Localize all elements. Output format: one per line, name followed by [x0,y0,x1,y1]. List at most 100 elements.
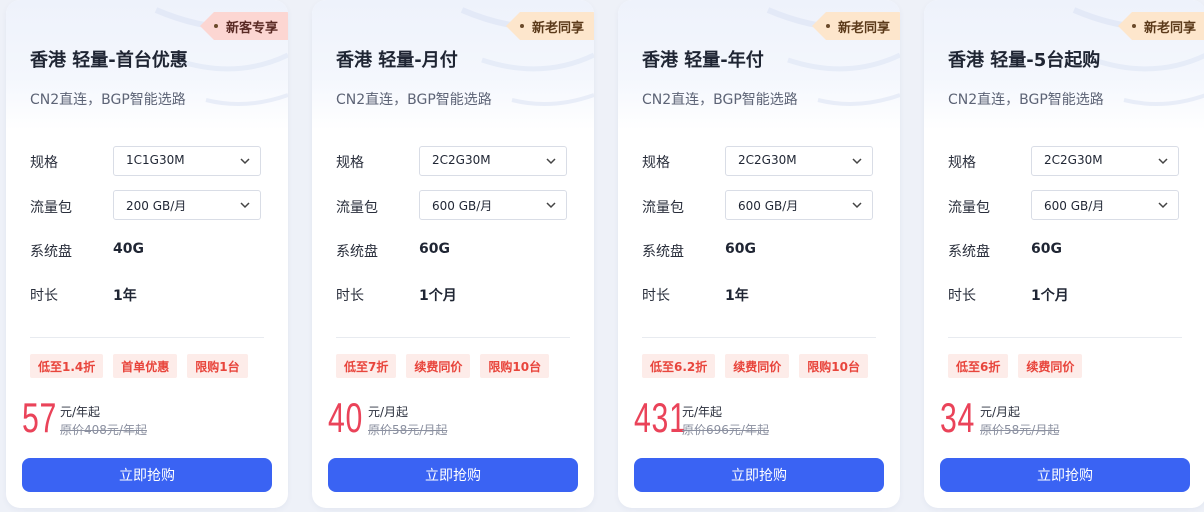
chevron-down-icon [546,202,556,209]
duration-label: 时长 [948,288,976,304]
promo-tag: 首单优惠 [113,354,178,378]
spec-label: 规格 [336,155,364,171]
spec-select-value: 2C2G30M [432,153,491,167]
price-value: 40 [328,394,364,441]
promo-tag: 低至1.4折 [30,354,104,378]
promo-tag: 低至6.2折 [642,354,716,378]
traffic-select-value: 200 GB/月 [126,199,187,213]
bullet-dot-icon [213,24,218,28]
duration-value: 1个月 [419,288,457,304]
plan-title: 香港 轻量-首台优惠 [30,50,188,71]
divider [642,337,876,338]
chevron-down-icon [852,158,862,165]
spec-select-value: 2C2G30M [1044,153,1103,167]
traffic-select[interactable]: 600 GB/月 [1031,190,1179,220]
plan-card: 新客专享 香港 轻量-首台优惠 CN2直连，BGP智能选路 规格 1C1G30M… [6,0,288,508]
price-value: 34 [940,394,976,441]
promo-tags: 低至7折 续费同价 限购10台 [336,354,550,378]
original-price: 原价58元/月起 [980,423,1060,437]
plan-subtitle: CN2直连，BGP智能选路 [336,92,492,108]
price-unit: 元/年起 [60,405,101,419]
ribbon-label: 新老同享 [531,20,584,36]
promo-tag: 限购10台 [480,354,550,378]
disk-label: 系统盘 [336,244,378,260]
chevron-down-icon [1158,158,1168,165]
price-unit: 元/年起 [682,405,723,419]
ribbon-label: 新老同享 [1143,20,1196,36]
traffic-select-value: 600 GB/月 [738,199,799,213]
ribbon-badge: 新老同享 [811,12,900,40]
duration-label: 时长 [336,288,364,304]
plan-cards: 新客专享 香港 轻量-首台优惠 CN2直连，BGP智能选路 规格 1C1G30M… [0,0,1204,512]
plan-card: 新老同享 香港 轻量-年付 CN2直连，BGP智能选路 规格 2C2G30M 流… [618,0,900,508]
spec-label: 规格 [948,155,976,171]
spec-label: 规格 [30,155,58,171]
plan-card: 新老同享 香港 轻量-月付 CN2直连，BGP智能选路 规格 2C2G30M 流… [312,0,594,508]
plan-title: 香港 轻量-年付 [642,50,764,71]
traffic-select[interactable]: 200 GB/月 [113,190,261,220]
promo-tags: 低至6.2折 续费同价 限购10台 [642,354,868,378]
price-unit: 元/月起 [980,405,1021,419]
plan-subtitle: CN2直连，BGP智能选路 [948,92,1104,108]
traffic-select[interactable]: 600 GB/月 [419,190,567,220]
promo-tag: 限购1台 [187,354,248,378]
promo-tags: 低至1.4折 首单优惠 限购1台 [30,354,248,378]
ribbon-badge: 新老同享 [1117,12,1204,40]
duration-value: 1年 [113,288,137,304]
divider [30,337,264,338]
promo-tag: 续费同价 [406,354,471,378]
divider [948,337,1182,338]
ribbon-badge: 新老同享 [505,12,594,40]
price-value: 57 [22,394,58,441]
promo-tag: 低至7折 [336,354,397,378]
duration-value: 1年 [725,288,749,304]
promo-tags: 低至6折 续费同价 [948,354,1083,378]
price-unit: 元/月起 [368,405,409,419]
bullet-dot-icon [1131,24,1136,28]
promo-tag: 限购10台 [799,354,868,378]
divider [336,337,570,338]
spec-select-value: 2C2G30M [738,153,797,167]
promo-tag: 低至6折 [948,354,1009,378]
buy-now-button[interactable]: 立即抢购 [940,458,1190,492]
spec-select[interactable]: 2C2G30M [419,146,567,176]
disk-label: 系统盘 [642,244,684,260]
promo-tag: 续费同价 [725,354,790,378]
disk-label: 系统盘 [948,244,990,260]
bullet-dot-icon [519,24,524,28]
traffic-select-value: 600 GB/月 [1044,199,1105,213]
disk-value: 40G [113,241,144,257]
traffic-select-value: 600 GB/月 [432,199,493,213]
plan-subtitle: CN2直连，BGP智能选路 [642,92,798,108]
chevron-down-icon [852,202,862,209]
chevron-down-icon [240,202,250,209]
spec-select[interactable]: 2C2G30M [1031,146,1179,176]
bullet-dot-icon [825,24,830,28]
original-price: 原价408元/年起 [60,423,147,437]
chevron-down-icon [546,158,556,165]
disk-value: 60G [725,241,756,257]
ribbon-badge: 新客专享 [199,12,288,40]
duration-label: 时长 [30,288,58,304]
plan-subtitle: CN2直连，BGP智能选路 [30,92,186,108]
spec-select[interactable]: 2C2G30M [725,146,873,176]
traffic-label: 流量包 [336,200,378,216]
disk-label: 系统盘 [30,244,72,260]
traffic-label: 流量包 [642,200,684,216]
traffic-label: 流量包 [948,200,990,216]
buy-now-button[interactable]: 立即抢购 [22,458,272,492]
duration-value: 1个月 [1031,288,1069,304]
spec-label: 规格 [642,155,670,171]
plan-title: 香港 轻量-5台起购 [948,50,1101,71]
disk-value: 60G [1031,241,1062,257]
buy-now-button[interactable]: 立即抢购 [634,458,884,492]
plan-title: 香港 轻量-月付 [336,50,458,71]
spec-select[interactable]: 1C1G30M [113,146,261,176]
plan-card: 新老同享 香港 轻量-5台起购 CN2直连，BGP智能选路 规格 2C2G30M… [924,0,1204,508]
traffic-select[interactable]: 600 GB/月 [725,190,873,220]
chevron-down-icon [240,158,250,165]
traffic-label: 流量包 [30,200,72,216]
original-price: 原价696元/年起 [682,423,769,437]
promo-tag: 续费同价 [1018,354,1083,378]
buy-now-button[interactable]: 立即抢购 [328,458,578,492]
